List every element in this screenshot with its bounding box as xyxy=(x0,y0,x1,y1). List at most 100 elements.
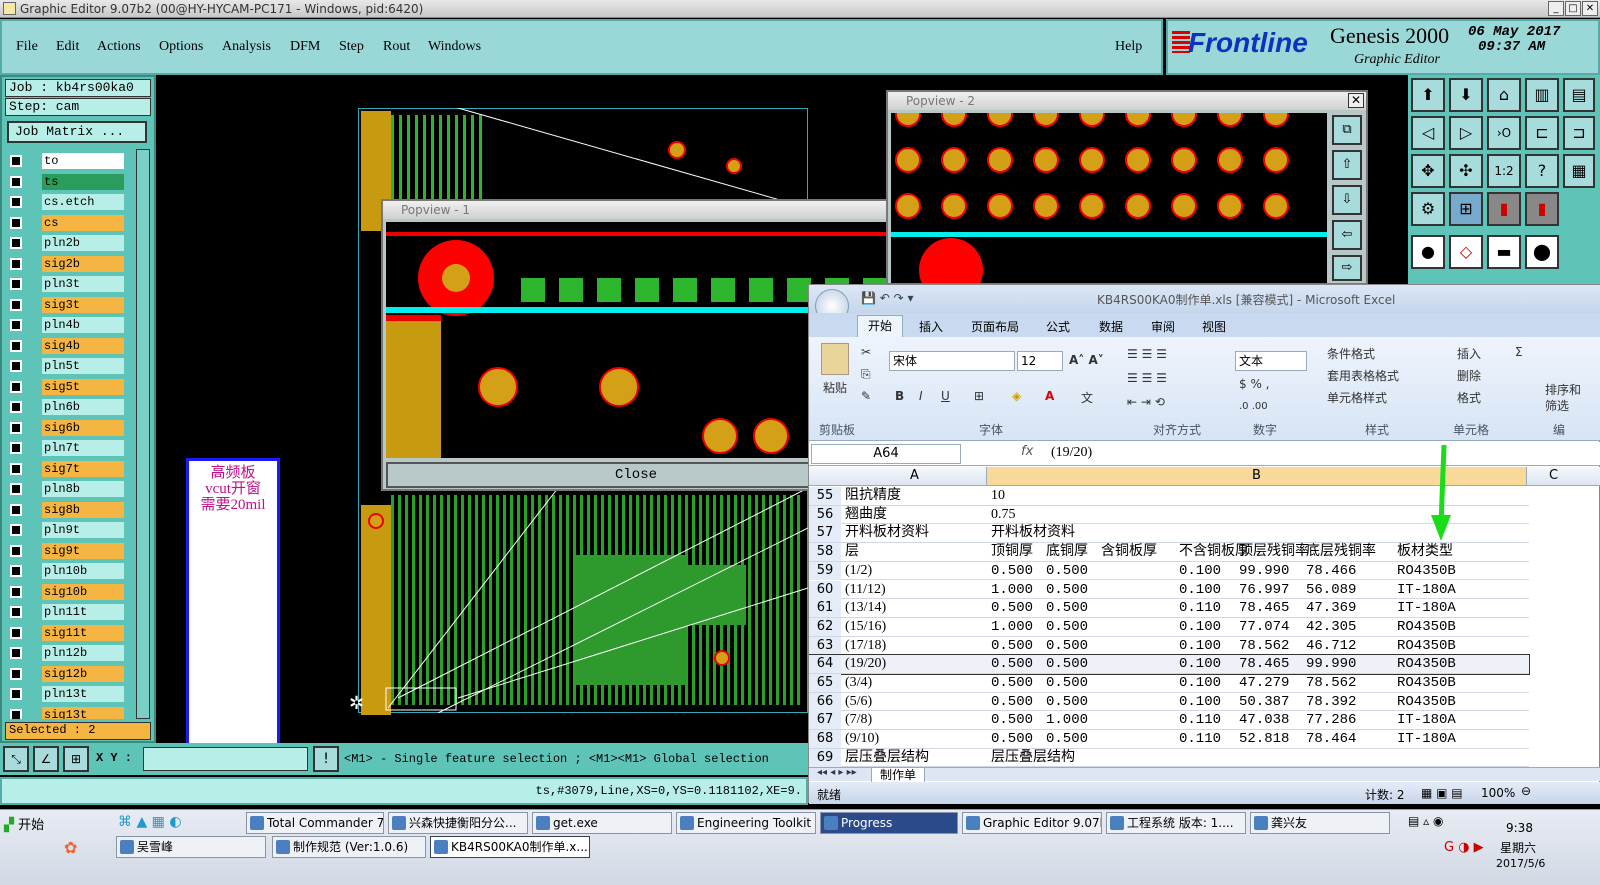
layer-row-sig3t[interactable]: sig3t xyxy=(8,296,124,313)
layer-checkbox[interactable] xyxy=(10,298,22,311)
table-row[interactable]: 62 (15/16) 1.000 0.500 0.100 77.074 42.305 RO43… xyxy=(809,617,1529,637)
cell-b[interactable]: 47.038 xyxy=(1239,711,1289,729)
layer-checkbox[interactable] xyxy=(10,380,22,393)
record-icon[interactable]: ● xyxy=(1411,235,1445,269)
delete-cells-button[interactable]: 删除 xyxy=(1457,367,1481,384)
indent-icon[interactable]: ⇤ ⇥ ⟲ xyxy=(1127,395,1165,409)
row-number[interactable]: 59 xyxy=(809,561,841,580)
layer-name[interactable]: cs.etch xyxy=(42,194,124,210)
italic-icon[interactable]: I xyxy=(919,389,923,403)
layer-name[interactable]: pln5t xyxy=(42,358,124,374)
pan-left-icon[interactable]: ⇦ xyxy=(1332,220,1362,250)
taskbar-item[interactable]: 吴雪峰 xyxy=(116,836,266,858)
copy-icon[interactable]: ⎘ xyxy=(861,367,871,382)
layer-checkbox[interactable] xyxy=(10,278,22,290)
cell-b[interactable]: 底层残铜率 xyxy=(1306,543,1376,561)
layer-row-sig12b[interactable]: sig12b xyxy=(8,665,124,682)
home-icon[interactable]: ⌂ xyxy=(1487,78,1521,112)
table-row[interactable]: 65 (3/4) 0.500 0.500 0.100 47.279 78.562 RO4350… xyxy=(809,674,1529,693)
layer-name[interactable]: pln4b xyxy=(42,317,124,333)
insert-cells-button[interactable]: 插入 xyxy=(1457,345,1481,362)
cell-b[interactable]: 47.279 xyxy=(1239,674,1289,692)
name-box[interactable]: A64 xyxy=(811,444,961,464)
layer-checkbox[interactable] xyxy=(10,442,22,454)
layer-scrollbar[interactable] xyxy=(136,149,150,719)
tab-layout[interactable]: 页面布局 xyxy=(971,318,1019,335)
cell-b[interactable]: 77.074 xyxy=(1239,618,1289,636)
cell-b[interactable]: 0.100 xyxy=(1179,581,1221,599)
step-icon[interactable]: ⊏ xyxy=(1525,116,1559,150)
layer-checkbox[interactable] xyxy=(10,606,22,618)
start-button[interactable]: ▞ 开始 xyxy=(4,814,44,833)
layer-checkbox[interactable] xyxy=(10,401,22,413)
layer-name[interactable]: pln9t xyxy=(42,522,124,538)
layer-row-pln6b[interactable]: pln6b xyxy=(8,399,124,415)
cell-b[interactable]: 0.110 xyxy=(1179,599,1221,617)
cell-b[interactable]: RO4350B xyxy=(1397,618,1456,636)
layer-checkbox[interactable] xyxy=(10,237,22,249)
layer-row-sig2b[interactable]: sig2b xyxy=(8,255,124,272)
cell-b[interactable]: RO4350B xyxy=(1397,674,1456,692)
help-icon[interactable]: ? xyxy=(1525,154,1559,188)
font-size-select[interactable]: 12 xyxy=(1017,351,1063,371)
grow-font-icon[interactable]: A˄ A˅ xyxy=(1069,353,1104,367)
menu-windows[interactable]: Windows xyxy=(428,39,481,55)
cell-b[interactable]: 10 xyxy=(991,487,1005,505)
cut-icon[interactable]: ✂ xyxy=(861,345,871,359)
cell-b[interactable]: 99.990 xyxy=(1239,562,1289,580)
layer-name[interactable]: sig9t xyxy=(42,542,124,559)
cell-b[interactable]: 0.500 xyxy=(991,711,1033,729)
cell-b[interactable]: 0.100 xyxy=(1179,693,1221,711)
layer-checkbox[interactable] xyxy=(10,688,22,700)
cell-a[interactable]: (1/2) xyxy=(845,562,872,580)
layer-name[interactable]: pln13t xyxy=(42,686,124,702)
select-icon[interactable]: ⤡ xyxy=(3,746,29,772)
layer-row-sig6b[interactable]: sig6b xyxy=(8,419,124,436)
taskbar-item[interactable]: Progress xyxy=(820,812,958,834)
cell-b[interactable]: 顶铜厚 xyxy=(991,543,1033,561)
layer-checkbox[interactable] xyxy=(10,216,22,229)
cell-a[interactable]: (9/10) xyxy=(845,730,879,748)
layer-name[interactable]: sig5t xyxy=(42,378,124,395)
cell-b[interactable]: 1.000 xyxy=(991,618,1033,636)
taskbar-item[interactable]: 龚兴友 xyxy=(1250,812,1390,834)
window-icon[interactable]: ▤ xyxy=(1563,78,1595,112)
row-number[interactable]: 63 xyxy=(809,636,841,655)
cell-b[interactable]: IT-180A xyxy=(1397,581,1456,599)
layer-name[interactable]: pln7t xyxy=(42,440,124,456)
grid-icon[interactable]: ▦ xyxy=(1563,154,1595,188)
home-top-icon[interactable]: ⬆ xyxy=(1411,78,1445,112)
zoom-level[interactable]: 100% xyxy=(1481,786,1515,800)
job-matrix-button[interactable]: Job Matrix ... xyxy=(7,121,147,143)
filter-label[interactable]: 筛选 xyxy=(1545,397,1569,414)
layer-checkbox[interactable] xyxy=(10,257,22,270)
table-row[interactable]: 56 翘曲度 0.75 xyxy=(809,505,1529,525)
conditional-format-button[interactable]: 条件格式 xyxy=(1327,345,1375,362)
sheet-grid[interactable]: 55 阻抗精度 10 56 翘曲度 0.75 57 开料板材资料 开料板材资料 58 层顶铜厚 底铜厚… xyxy=(809,487,1600,767)
sum-icon[interactable]: Σ xyxy=(1515,345,1523,359)
cell-b[interactable]: 0.100 xyxy=(1179,562,1221,580)
tab-view[interactable]: 视图 xyxy=(1202,318,1226,335)
draw-icon[interactable]: ◇ xyxy=(1449,235,1483,269)
menu-edit[interactable]: Edit xyxy=(56,39,79,55)
layer-row-pln11t[interactable]: pln11t xyxy=(8,604,124,620)
measure-icon[interactable]: ⚙ xyxy=(1411,192,1445,226)
table-row[interactable]: 59 (1/2) 0.500 0.500 0.100 99.990 78.466 RO4350… xyxy=(809,561,1529,581)
border-icon[interactable]: ⊞ xyxy=(974,389,984,403)
layer-checkbox[interactable] xyxy=(10,503,22,516)
cell-b[interactable]: 层压叠层结构 xyxy=(991,749,1075,767)
layer-checkbox[interactable] xyxy=(10,155,22,167)
cell-b[interactable]: RO4350B xyxy=(1397,693,1456,711)
layer-checkbox[interactable] xyxy=(10,421,22,434)
layer-row-sig11t[interactable]: sig11t xyxy=(8,624,124,641)
table-row[interactable]: 69 层压叠层结构 层压叠层结构 xyxy=(809,748,1529,767)
menu-rout[interactable]: Rout xyxy=(383,39,410,55)
layer-name[interactable]: pln8b xyxy=(42,481,124,497)
layer-name[interactable]: to xyxy=(42,153,124,169)
font-color-icon[interactable]: A xyxy=(1045,389,1054,403)
view-buttons[interactable]: ▦ ▣ ▤ xyxy=(1421,786,1463,800)
cell-b[interactable]: 0.100 xyxy=(1179,637,1221,655)
layer-row-pln5t[interactable]: pln5t xyxy=(8,358,124,374)
layer-name[interactable]: ts xyxy=(42,173,124,190)
cell-b[interactable]: 底铜厚 xyxy=(1046,543,1088,561)
